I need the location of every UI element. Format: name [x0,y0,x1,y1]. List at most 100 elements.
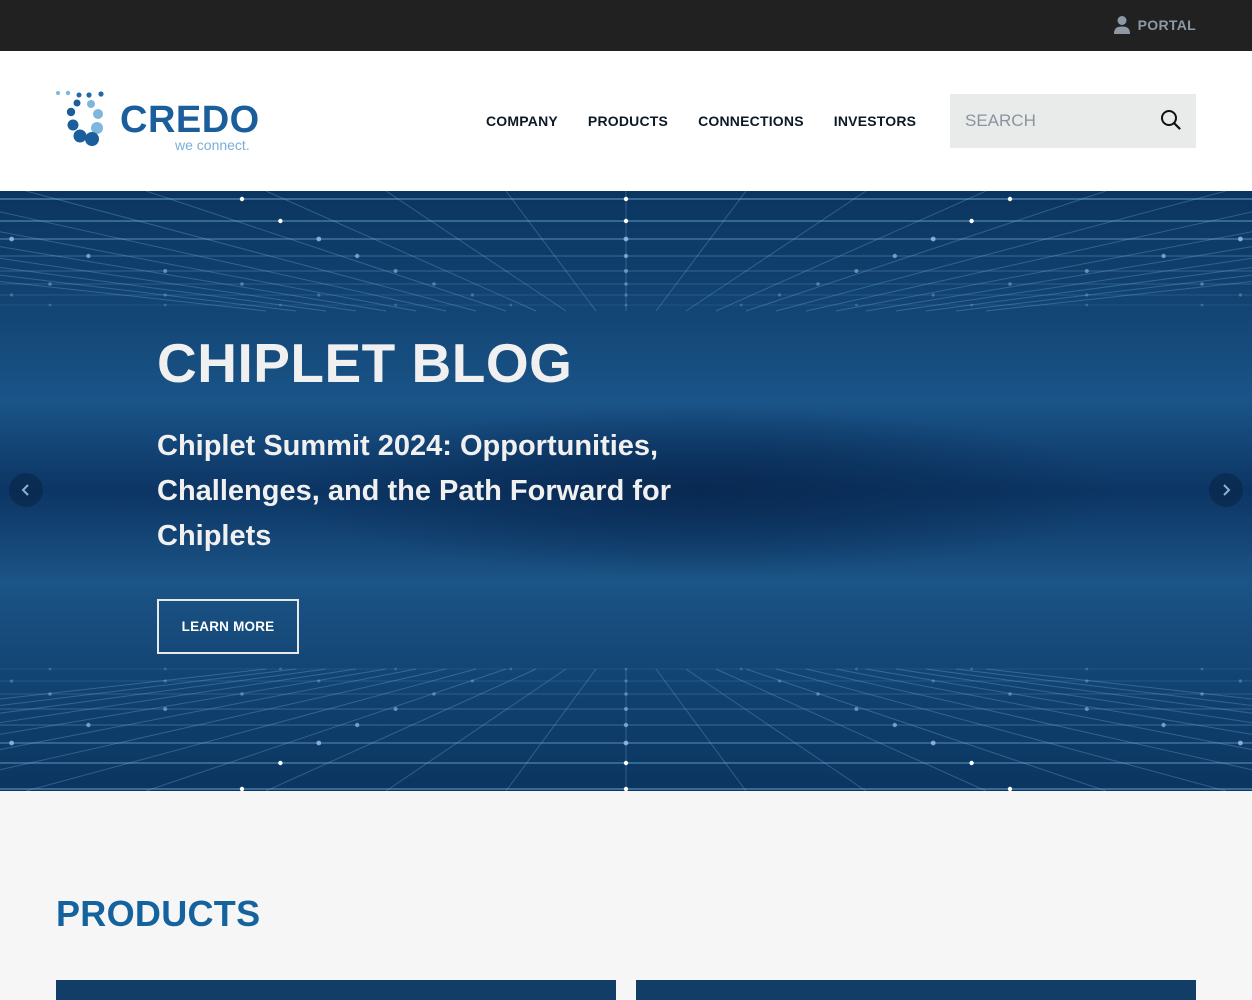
grid-ray [145,668,507,791]
grid-ray [775,668,1227,791]
grid-node [970,303,973,307]
credo-logo[interactable]: CREDO we connect. [55,89,260,155]
grid-node [624,679,628,683]
product-card[interactable] [56,980,616,1000]
grid-node [816,692,820,696]
product-card[interactable] [636,980,1196,1000]
grid-ray [835,668,1252,751]
portal-link[interactable]: PORTAL [1113,15,1196,35]
grid-node [854,707,859,711]
grid-node [278,760,283,766]
grid-node [432,692,436,696]
grid-node [394,303,397,307]
search-input[interactable] [950,111,1150,131]
grid-node [1200,692,1204,696]
grid-ray [655,191,747,312]
grid-node [316,236,322,242]
grid-ray [505,668,597,791]
grid-node [1007,786,1013,791]
grid-node [86,722,91,728]
grid-node [1161,253,1166,259]
grid-node [624,303,628,307]
grid-node [778,679,782,683]
top-bar: PORTAL [0,0,1252,51]
grid-node [163,269,168,273]
grid-node [624,707,628,711]
grid-ray [655,668,747,791]
grid-node [163,667,167,671]
search-box [950,94,1196,148]
learn-more-button[interactable]: LEARN MORE [157,599,299,654]
grid-node [1008,282,1012,286]
grid-node [624,269,628,273]
grid-node [624,282,628,286]
grid-node [316,740,322,746]
grid-ray [0,668,417,751]
grid-node [509,303,513,307]
grid-node [739,667,743,671]
grid-node [623,253,629,259]
grid-node [1238,236,1243,242]
grid-node [816,282,820,286]
grid-node [48,282,52,286]
grid-ray [715,668,987,791]
nav-item-investors[interactable]: INVESTORS [834,113,916,129]
grid-node [9,236,14,242]
grid-node [355,722,360,728]
main-nav: COMPANY PRODUCTS CONNECTIONS INVESTORS [486,113,946,129]
grid-node [623,740,629,746]
search-icon[interactable] [1160,109,1182,131]
grid-ray [145,191,507,312]
grid-ray [25,191,477,312]
grid-node [1007,196,1013,202]
grid-node [623,218,629,224]
grid-node [1161,722,1166,728]
grid-node [624,667,628,671]
nav-item-company[interactable]: COMPANY [486,113,558,129]
chevron-left-icon [21,484,29,496]
grid-ray [265,668,537,791]
grid-node [970,667,973,671]
nav-item-connections[interactable]: CONNECTIONS [698,113,804,129]
grid-ray [265,191,537,312]
hero-title: CHIPLET BLOG [157,332,573,394]
grid-node [969,218,974,224]
grid-node [240,282,244,286]
grid-node [623,760,629,766]
hero-carousel: CHIPLET BLOG Chiplet Summit 2024: Opport… [0,191,1252,791]
grid-ray [835,231,1252,312]
grid-ray [505,191,597,312]
grid-node [1200,303,1204,307]
user-icon [1113,16,1130,34]
chevron-right-icon [1223,484,1231,496]
products-heading: PRODUCTS [56,893,261,934]
grid-ray [0,211,447,312]
carousel-prev-button[interactable] [9,473,43,507]
grid-ray [685,191,867,312]
grid-ray [805,668,1252,771]
grid-node [1238,740,1243,746]
carousel-next-button[interactable] [1209,473,1243,507]
grid-node [432,282,436,286]
grid-ray [0,668,267,700]
grid-node [239,786,245,791]
grid-node [969,760,974,766]
grid-node [317,679,321,683]
grid-ray [25,668,477,791]
grid-node [855,667,858,671]
grid-node [394,667,397,671]
portal-label: PORTAL [1137,17,1196,33]
grid-ray [385,668,567,791]
grid-node [1085,679,1089,683]
logo-tagline: we connect. [175,137,250,153]
grid-node [1238,293,1242,297]
grid-node [623,236,629,242]
grid-node [931,679,935,683]
grid-ray [385,191,567,312]
grid-node [1085,303,1089,307]
nav-item-products[interactable]: PRODUCTS [588,113,668,129]
grid-ray [745,191,1107,312]
grid-node [855,303,858,307]
grid-node [355,253,360,259]
grid-node [1238,679,1242,683]
